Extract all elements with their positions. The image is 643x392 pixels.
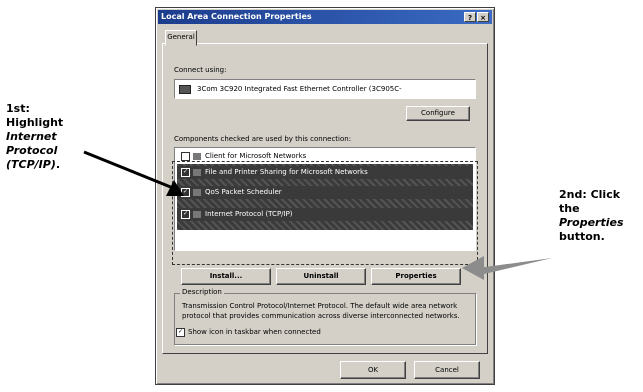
callout-step-2-prefix: 2nd: Click the [559, 188, 621, 215]
component-label: Client for Microsoft Networks [205, 152, 307, 160]
dialog-title: Local Area Connection Properties [161, 12, 312, 21]
components-label: Components checked are used by this conn… [174, 135, 352, 143]
close-button[interactable]: × [477, 12, 489, 22]
component-checkbox[interactable] [181, 151, 190, 161]
help-icon: ? [467, 14, 473, 22]
show-icon-option[interactable]: ✓ Show icon in taskbar when connected [176, 327, 321, 337]
configure-button[interactable]: Configure [406, 106, 470, 121]
help-button[interactable]: ? [464, 12, 476, 22]
description-title: Description [180, 288, 224, 296]
callout-step-1-emphasis: Internet Protocol (TCP/IP) [6, 130, 58, 171]
close-icon: × [480, 14, 486, 22]
focus-frame [172, 161, 478, 265]
adapter-field[interactable]: 3Com 3C920 Integrated Fast Ethernet Cont… [174, 79, 476, 99]
cancel-button[interactable]: Cancel [414, 361, 480, 379]
uninstall-button[interactable]: Uninstall [276, 268, 366, 285]
connect-using-label: Connect using: [174, 66, 227, 74]
callout-step-2-suffix: button. [559, 230, 605, 243]
callout-step-1: 1st: Highlight Internet Protocol (TCP/IP… [6, 102, 86, 172]
dialog-titlebar[interactable]: Local Area Connection Properties ? × [158, 10, 492, 24]
network-adapter-icon [179, 84, 191, 94]
tab-general[interactable]: General [165, 30, 197, 46]
local-area-connection-properties-dialog: Local Area Connection Properties ? × Gen… [155, 7, 495, 385]
client-icon [193, 152, 201, 160]
adapter-name: 3Com 3C920 Integrated Fast Ethernet Cont… [197, 85, 402, 93]
description-text: Transmission Control Protocol/Internet P… [182, 302, 460, 320]
show-icon-label: Show icon in taskbar when connected [188, 328, 321, 336]
show-icon-checkbox[interactable]: ✓ [176, 327, 185, 337]
ok-button[interactable]: OK [340, 361, 406, 379]
properties-button[interactable]: Properties [371, 268, 461, 285]
callout-step-1-prefix: 1st: Highlight [6, 102, 64, 129]
callout-step-1-suffix: . [55, 158, 61, 171]
callout-step-2-emphasis: Properties [559, 216, 624, 229]
install-button[interactable]: Install... [181, 268, 271, 285]
callout-step-2: 2nd: Click the Properties button. [559, 188, 643, 244]
